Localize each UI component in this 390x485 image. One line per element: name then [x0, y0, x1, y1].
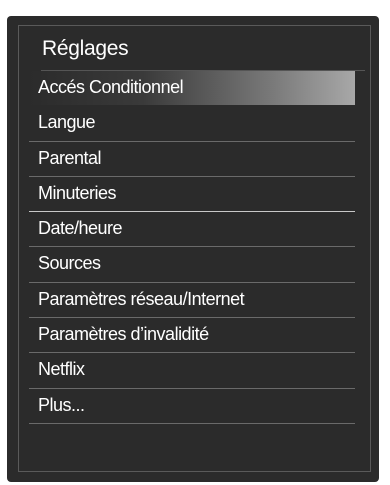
menu-item-label: Parental: [38, 147, 102, 168]
menu-title: Réglages: [42, 37, 129, 60]
menu-item-minuteries[interactable]: Minuteries: [29, 177, 355, 213]
menu-item-plus[interactable]: Plus...: [29, 389, 355, 424]
menu-item-label: Paramètres d’invalidité: [38, 324, 209, 345]
menu-item-sources[interactable]: Sources: [29, 247, 355, 283]
menu-item-label: Minuteries: [38, 182, 117, 203]
menu-item-parametres-invalidite[interactable]: Paramètres d’invalidité: [29, 318, 355, 354]
settings-menu-list: Accés Conditionnel Langue Parental Minut…: [29, 71, 355, 424]
tv-screen: Réglages Accés Conditionnel Langue Paren…: [0, 0, 390, 485]
menu-item-label: Plus...: [38, 394, 85, 415]
menu-item-label: Langue: [38, 112, 96, 133]
menu-item-parametres-reseau[interactable]: Paramètres réseau/Internet: [29, 283, 355, 319]
menu-item-langue[interactable]: Langue: [29, 106, 355, 142]
menu-item-label: Netflix: [38, 359, 85, 380]
menu-item-label: Sources: [38, 253, 101, 274]
menu-item-parental[interactable]: Parental: [29, 142, 355, 177]
menu-item-date-heure[interactable]: Date/heure: [29, 212, 355, 248]
menu-item-label: Date/heure: [38, 218, 123, 239]
menu-item-label: Paramètres réseau/Internet: [38, 288, 245, 309]
menu-item-acces-conditionnel[interactable]: Accés Conditionnel: [29, 71, 355, 107]
menu-item-netflix[interactable]: Netflix: [29, 353, 355, 389]
menu-item-label: Accés Conditionnel: [38, 77, 184, 97]
